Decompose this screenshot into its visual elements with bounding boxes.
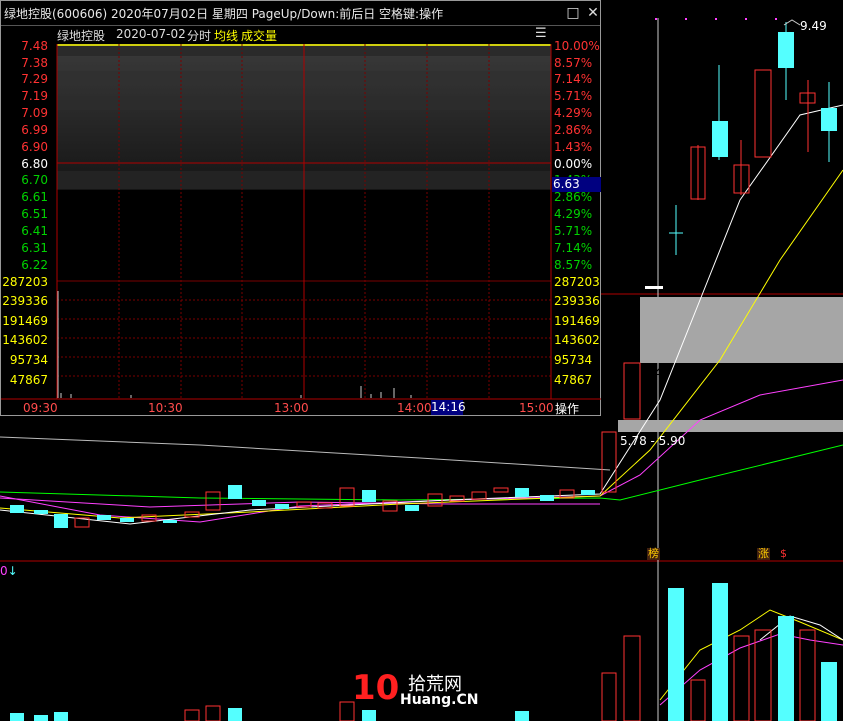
badge-bang[interactable]: 榜 bbox=[647, 548, 660, 560]
price-left-9: 6.61 bbox=[21, 190, 48, 204]
vol-right-4: 95734 bbox=[554, 353, 593, 367]
price-left-3: 7.19 bbox=[21, 89, 48, 103]
volume-indicator-value: 0 bbox=[0, 564, 8, 578]
vol-left-0: 287203 bbox=[2, 275, 48, 289]
pct-right-4: 4.29% bbox=[554, 106, 593, 120]
pct-right-3: 5.71% bbox=[554, 89, 593, 103]
pct-right-1: 8.57% bbox=[554, 56, 593, 70]
range-label-upper: 6.40 - 7.00 bbox=[643, 366, 709, 380]
pct-right-7: 0.00% bbox=[554, 157, 593, 171]
pct-right-9: 2.86% bbox=[554, 190, 593, 204]
watermark-number: 10 bbox=[352, 668, 400, 708]
vol-right-5: 47867 bbox=[554, 373, 593, 387]
vol-right-3: 143602 bbox=[554, 333, 600, 347]
pct-right-2: 7.14% bbox=[554, 72, 593, 86]
watermark: 10 拾荒网 Huang.CN bbox=[352, 668, 478, 708]
price-left-8: 6.70 bbox=[21, 173, 48, 187]
intraday-chart bbox=[1, 44, 601, 400]
pct-right-0: 10.00% bbox=[554, 39, 600, 53]
arrow-down-icon: ↓ bbox=[7, 564, 18, 578]
price-left-5: 6.99 bbox=[21, 123, 48, 137]
intraday-popup-window[interactable]: 绿地控股(600606) 2020年07月02日 星期四 PageUp/Down… bbox=[0, 0, 601, 416]
price-left-11: 6.41 bbox=[21, 224, 48, 238]
vol-left-2: 191469 bbox=[2, 314, 48, 328]
price-left-12: 6.31 bbox=[21, 241, 48, 255]
watermark-en: Huang.CN bbox=[400, 692, 479, 708]
price-left-7: 6.80 bbox=[21, 157, 48, 171]
pct-right-10: 4.29% bbox=[554, 207, 593, 221]
operate-button[interactable]: 操作 bbox=[555, 400, 579, 417]
price-left-13: 6.22 bbox=[21, 258, 48, 272]
vol-right-2: 191469 bbox=[554, 314, 600, 328]
current-price-marker: 6.63 bbox=[552, 177, 601, 192]
badge-dollar[interactable]: $ bbox=[779, 548, 788, 560]
time-tick-1300: 13:00 bbox=[274, 401, 309, 415]
pct-right-13: 8.57% bbox=[554, 258, 593, 272]
vol-right-1: 239336 bbox=[554, 294, 600, 308]
vol-left-1: 239336 bbox=[2, 294, 48, 308]
pct-right-12: 7.14% bbox=[554, 241, 593, 255]
time-tick-1500: 15:00 bbox=[519, 401, 554, 415]
price-left-10: 6.51 bbox=[21, 207, 48, 221]
current-time-marker: 14:16 bbox=[431, 400, 466, 415]
price-left-2: 7.29 bbox=[21, 72, 48, 86]
time-tick-1030: 10:30 bbox=[148, 401, 183, 415]
kline-high-label: 9.49 bbox=[800, 19, 827, 33]
vol-left-4: 95734 bbox=[9, 353, 48, 367]
price-left-0: 7.48 bbox=[21, 39, 48, 53]
vol-left-5: 47867 bbox=[9, 373, 48, 387]
price-left-1: 7.38 bbox=[21, 56, 48, 70]
time-tick-1400: 14:00 bbox=[397, 401, 432, 415]
badge-zhang[interactable]: 涨 bbox=[757, 548, 770, 560]
pct-right-6: 1.43% bbox=[554, 140, 593, 154]
vol-left-3: 143602 bbox=[2, 333, 48, 347]
range-label-lower: 5.78 - 5.90 bbox=[620, 434, 686, 448]
pct-right-5: 2.86% bbox=[554, 123, 593, 137]
time-tick-0930: 09:30 bbox=[23, 401, 58, 415]
pct-right-11: 5.71% bbox=[554, 224, 593, 238]
price-left-4: 7.09 bbox=[21, 106, 48, 120]
price-left-6: 6.90 bbox=[21, 140, 48, 154]
vol-right-0: 287203 bbox=[554, 275, 600, 289]
volume-indicator: 0↓ bbox=[0, 564, 18, 578]
